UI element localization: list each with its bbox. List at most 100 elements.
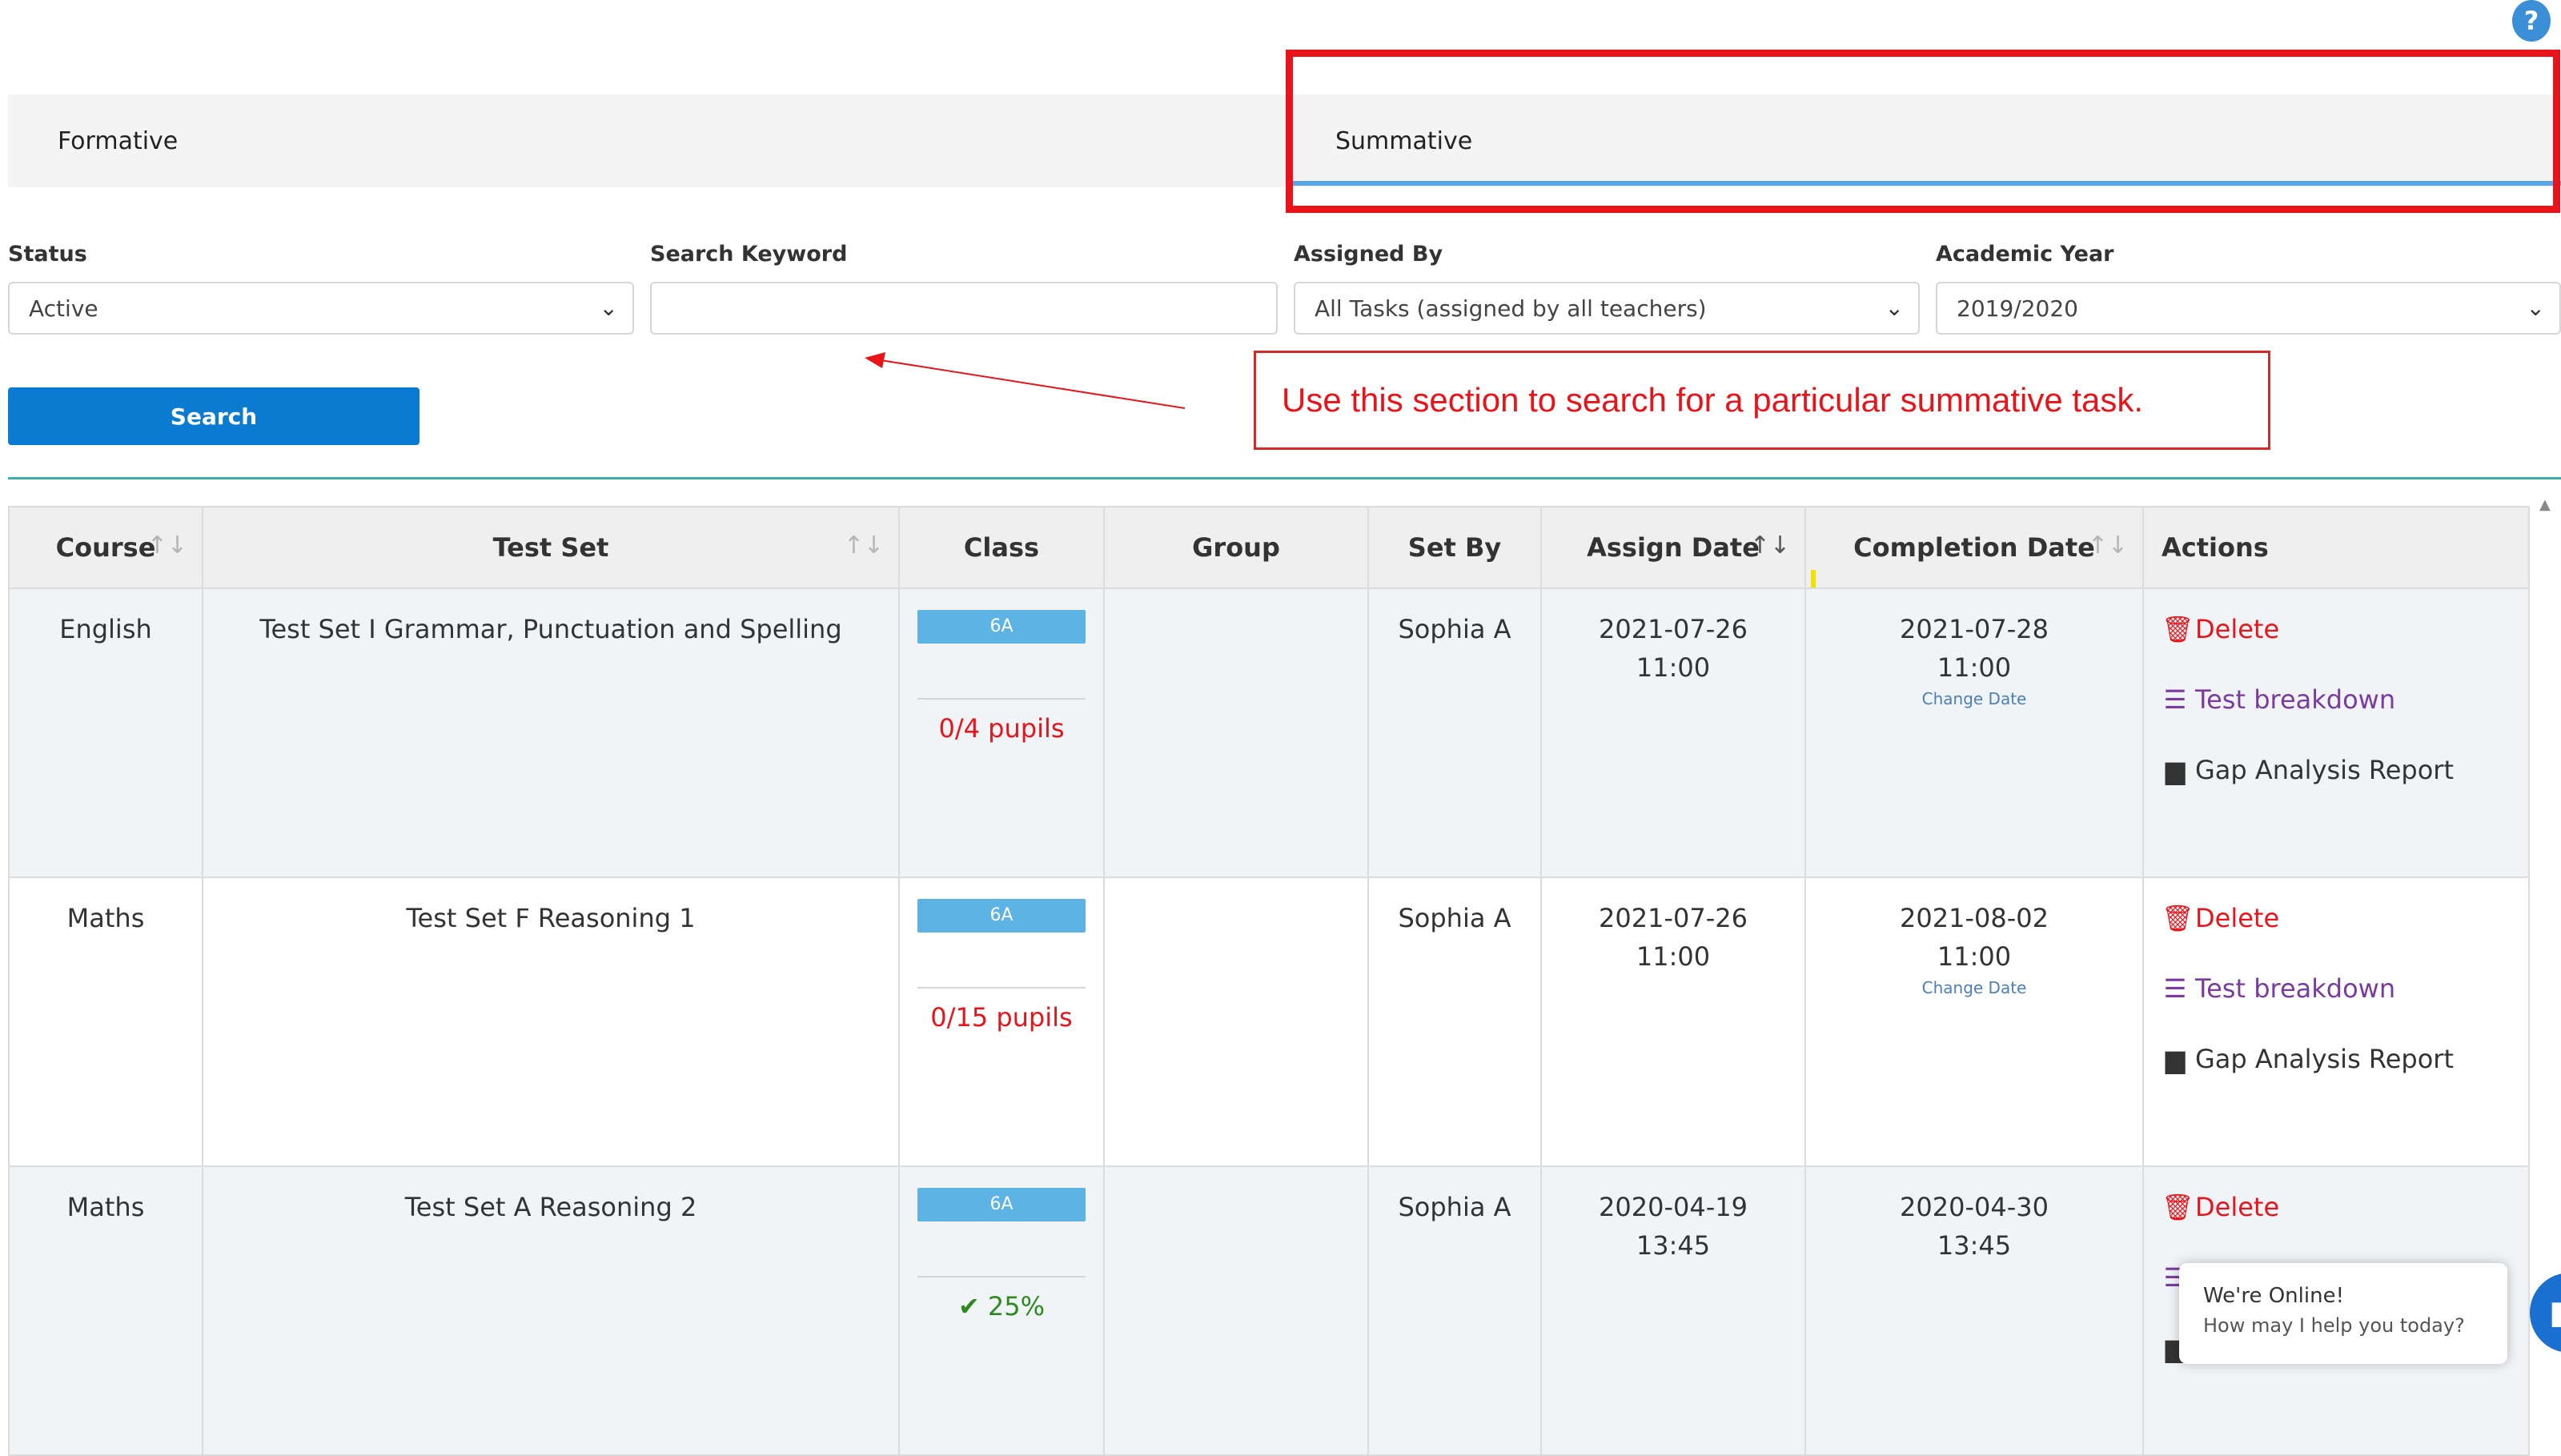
header-label: Actions (2162, 532, 2269, 563)
group-cell (1103, 588, 1369, 878)
trash-icon: 🗑 (2162, 1192, 2194, 1222)
column-header-actions: Actions (2142, 506, 2530, 589)
status-value: Active (29, 295, 98, 322)
test-set-cell: Test Set F Reasoning 1 (202, 876, 900, 1167)
column-header-course[interactable]: Course ↑↓ (8, 506, 203, 589)
assigned-by-label: Assigned By (1294, 242, 1443, 267)
sort-icon[interactable]: ↑↓ (844, 531, 884, 560)
actions-cell: 🗑 Delete ☰ Test breakdown ▆ Gap Analysis Re… (2142, 876, 2530, 1167)
test-set-name: Test Set I Grammar, Punctuation and Spel… (259, 614, 842, 644)
completion-progress[interactable]: ✔ 25% (958, 1291, 1045, 1322)
test-set-name: Test Set F Reasoning 1 (406, 903, 696, 933)
delete-button[interactable]: 🗑 Delete (2162, 1188, 2527, 1226)
assign-date: 2021-07-26 (1599, 903, 1748, 933)
delete-button[interactable]: 🗑 Delete (2162, 610, 2527, 648)
class-cell: 6A ✔ 25% (898, 1165, 1105, 1456)
check-icon: ✔ (957, 1291, 980, 1322)
pupil-progress[interactable]: 0/4 pupils (938, 713, 1064, 744)
table-row: Maths Test Set A Reasoning 2 6A ✔ 25% So… (8, 1165, 2530, 1456)
set-by-name: Sophia A (1398, 614, 1511, 644)
header-label: Assign Date (1587, 532, 1760, 563)
test-set-cell: Test Set I Grammar, Punctuation and Spel… (202, 588, 900, 878)
set-by-name: Sophia A (1398, 1192, 1511, 1222)
course-name: Maths (66, 1192, 145, 1222)
resize-marker (1811, 570, 1816, 588)
summative-tasks-table: Course ↑↓ Test Set ↑↓ Class Group Set By A… (8, 506, 2530, 1456)
class-cell: 6A 0/4 pupils (898, 588, 1105, 878)
completion-time: 13:45 (1937, 1230, 2012, 1261)
sort-icon[interactable]: ↑↓ (1750, 531, 1790, 560)
assign-date-cell: 2021-07-26 11:00 (1540, 588, 1806, 878)
table-header-row: Course ↑↓ Test Set ↑↓ Class Group Set By A… (8, 506, 2530, 589)
bar-chart-icon: ▆ (2165, 1044, 2186, 1074)
column-header-test-set[interactable]: Test Set ↑↓ (202, 506, 900, 589)
delete-button[interactable]: 🗑 Delete (2162, 899, 2527, 937)
gap-analysis-button[interactable]: ▆ Gap Analysis Report (2162, 1040, 2527, 1078)
chat-widget[interactable]: We're Online! How may I help you today? (2179, 1263, 2507, 1364)
gap-label: Gap Analysis Report (2195, 755, 2454, 785)
completion-time: 11:00 (1937, 941, 2012, 972)
test-set-cell: Test Set A Reasoning 2 (202, 1165, 900, 1456)
class-badge[interactable]: 6A (917, 1188, 1086, 1221)
completion-date-cell: 2021-08-02 11:00 Change Date (1804, 876, 2144, 1167)
bar-chart-icon: ▆ (2165, 755, 2186, 785)
course-name: Maths (66, 903, 145, 933)
status-select[interactable]: Active ⌄ (8, 282, 634, 335)
status-label: Status (8, 242, 87, 267)
class-badge[interactable]: 6A (917, 610, 1086, 644)
progress-value: 25% (987, 1291, 1046, 1322)
set-by-cell: Sophia A (1367, 588, 1542, 878)
test-breakdown-button[interactable]: ☰ Test breakdown (2162, 680, 2527, 719)
class-divider (917, 698, 1086, 700)
scroll-up-arrow[interactable]: ▲ (2539, 496, 2551, 513)
completion-date-cell: 2020-04-30 13:45 (1804, 1165, 2144, 1456)
help-button[interactable]: ? (2512, 0, 2551, 42)
test-breakdown-button[interactable]: ☰ Test breakdown (2162, 969, 2527, 1008)
assigned-by-select[interactable]: All Tasks (assigned by all teachers) ⌄ (1294, 282, 1920, 335)
class-divider (917, 987, 1086, 989)
class-divider (917, 1276, 1086, 1278)
change-date-link[interactable]: Change Date (1807, 976, 2142, 1000)
sort-icon[interactable]: ↑↓ (2088, 531, 2128, 560)
chat-bubble-icon[interactable]: ▮ (2530, 1273, 2561, 1353)
chat-title: We're Online! (2203, 1284, 2344, 1308)
tab-formative[interactable]: Formative (58, 94, 178, 187)
column-header-class: Class (898, 506, 1105, 589)
class-cell: 6A 0/15 pupils (898, 876, 1105, 1167)
search-keyword-input[interactable] (650, 282, 1278, 335)
header-label: Class (963, 532, 1040, 563)
group-cell (1103, 876, 1369, 1167)
assign-time: 11:00 (1636, 652, 1711, 683)
annotation-highlight-box (1286, 50, 2560, 213)
chat-subtitle: How may I help you today? (2203, 1314, 2465, 1337)
search-keyword-label: Search Keyword (650, 242, 848, 267)
column-header-completion-date[interactable]: Completion Date ↑↓ (1804, 506, 2144, 589)
pupil-progress[interactable]: 0/15 pupils (930, 1002, 1072, 1033)
gap-analysis-button[interactable]: ▆ Gap Analysis Report (2162, 751, 2527, 789)
annotation-arrow (865, 352, 1186, 409)
group-cell (1103, 1165, 1369, 1456)
course-cell: Maths (8, 1165, 203, 1456)
delete-label: Delete (2195, 614, 2280, 644)
column-header-set-by: Set By (1367, 506, 1542, 589)
course-name: English (59, 614, 152, 644)
annotation-callout: Use this section to search for a particu… (1254, 351, 2270, 450)
server-icon: ☰ (2163, 973, 2187, 1004)
test-set-name: Test Set A Reasoning 2 (404, 1192, 697, 1222)
chevron-down-icon: ⌄ (599, 295, 618, 321)
change-date-link[interactable]: Change Date (1807, 687, 2142, 711)
class-badge[interactable]: 6A (917, 899, 1086, 933)
chevron-down-icon: ⌄ (2526, 295, 2545, 321)
trash-icon: 🗑 (2162, 903, 2194, 933)
search-button[interactable]: Search (8, 387, 419, 445)
completion-date: 2021-07-28 (1900, 614, 2049, 644)
annotation-text: Use this section to search for a particu… (1282, 381, 2144, 419)
gap-label: Gap Analysis Report (2195, 1044, 2454, 1074)
academic-year-select[interactable]: 2019/2020 ⌄ (1936, 282, 2561, 335)
set-by-cell: Sophia A (1367, 1165, 1542, 1456)
breakdown-label: Test breakdown (2195, 973, 2396, 1004)
sort-icon[interactable]: ↑↓ (147, 531, 187, 560)
column-header-assign-date[interactable]: Assign Date ↑↓ (1540, 506, 1806, 589)
completion-date: 2021-08-02 (1900, 903, 2049, 933)
course-cell: English (8, 588, 203, 878)
